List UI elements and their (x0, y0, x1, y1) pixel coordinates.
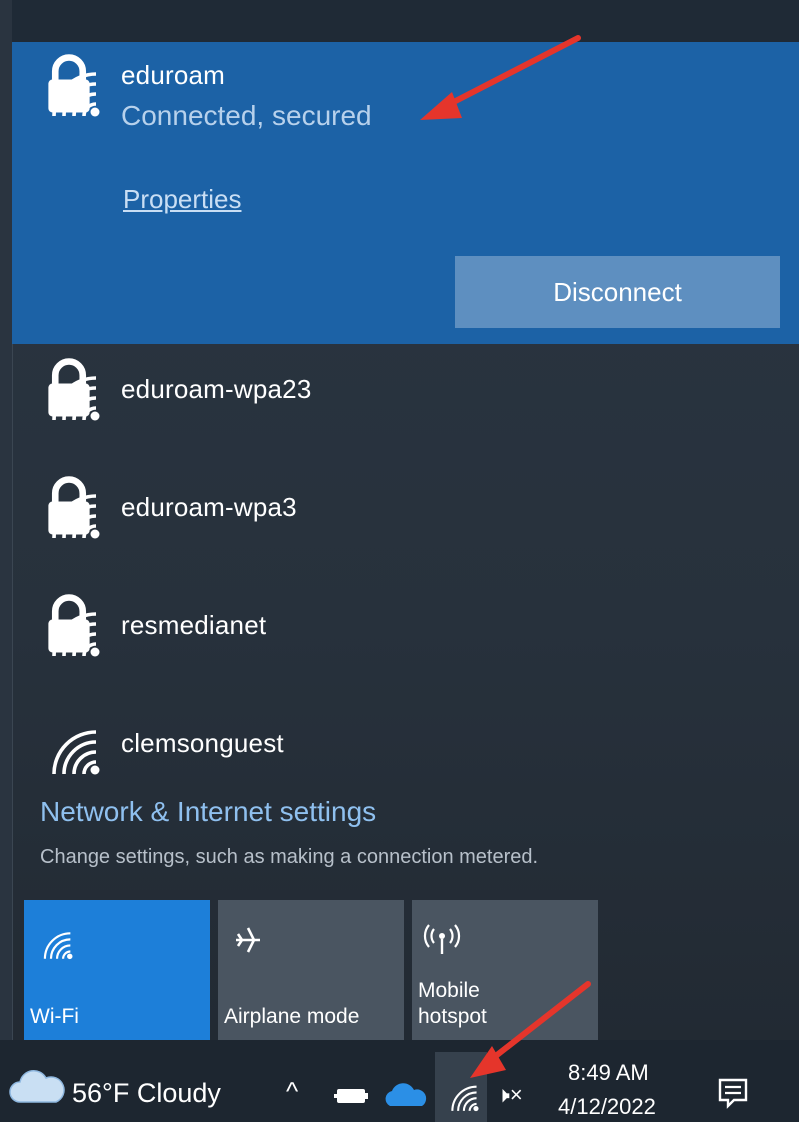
network-settings-description: Change settings, such as making a connec… (40, 846, 539, 868)
wifi-secured-icon (36, 592, 102, 658)
battery-icon[interactable] (334, 1084, 370, 1108)
properties-link[interactable]: Properties (123, 184, 242, 215)
network-list-item[interactable]: eduroam-wpa3 (12, 458, 799, 558)
network-list-item[interactable]: resmedianet (12, 576, 799, 676)
network-name: clemsonguest (121, 728, 284, 758)
flyout-top-strip (12, 0, 799, 42)
network-list-item[interactable]: clemsonguest (12, 694, 799, 794)
onedrive-icon[interactable] (382, 1080, 428, 1110)
clock-date[interactable]: 4/12/2022 (558, 1094, 656, 1120)
network-name: eduroam-wpa23 (121, 374, 312, 404)
chevron-up-icon[interactable]: ^ (286, 1076, 298, 1107)
mobile-hotspot-tile[interactable]: Mobile hotspot (412, 900, 598, 1040)
airplane-icon (228, 920, 268, 960)
wifi-secured-icon (36, 52, 102, 118)
tile-label: Airplane mode (224, 1005, 360, 1028)
tile-label-line: Mobile (418, 979, 480, 1002)
wifi-icon (442, 1074, 480, 1112)
network-name: resmedianet (121, 610, 267, 640)
hotspot-icon (422, 920, 462, 960)
airplane-mode-tile[interactable]: Airplane mode (218, 900, 404, 1040)
network-list-item[interactable]: eduroam-wpa23 (12, 340, 799, 440)
connection-status: Connected, secured (121, 100, 372, 131)
wifi-icon (36, 710, 102, 776)
wifi-toggle-tile[interactable]: Wi-Fi (24, 900, 210, 1040)
disconnect-button[interactable]: Disconnect (455, 256, 780, 328)
clock-time[interactable]: 8:49 AM (568, 1060, 649, 1086)
wifi-icon (34, 920, 74, 960)
cloud-weather-icon[interactable] (6, 1066, 66, 1106)
tile-label: Mobile hotspot (418, 978, 487, 1030)
volume-muted-icon[interactable]: 🕨× (496, 1082, 523, 1108)
wifi-secured-icon (36, 356, 102, 422)
weather-text[interactable]: 56°F Cloudy (72, 1078, 221, 1109)
tile-label: Wi-Fi (30, 1005, 79, 1028)
tile-label-line: hotspot (418, 1005, 487, 1028)
wifi-secured-icon (36, 474, 102, 540)
network-settings-link[interactable]: Network & Internet settings (40, 796, 376, 828)
notification-center-icon[interactable] (716, 1076, 750, 1110)
network-name: eduroam-wpa3 (121, 492, 297, 522)
network-flyout: eduroam Connected, secured Properties Di… (0, 0, 799, 1122)
connected-network-name: eduroam (121, 60, 226, 90)
